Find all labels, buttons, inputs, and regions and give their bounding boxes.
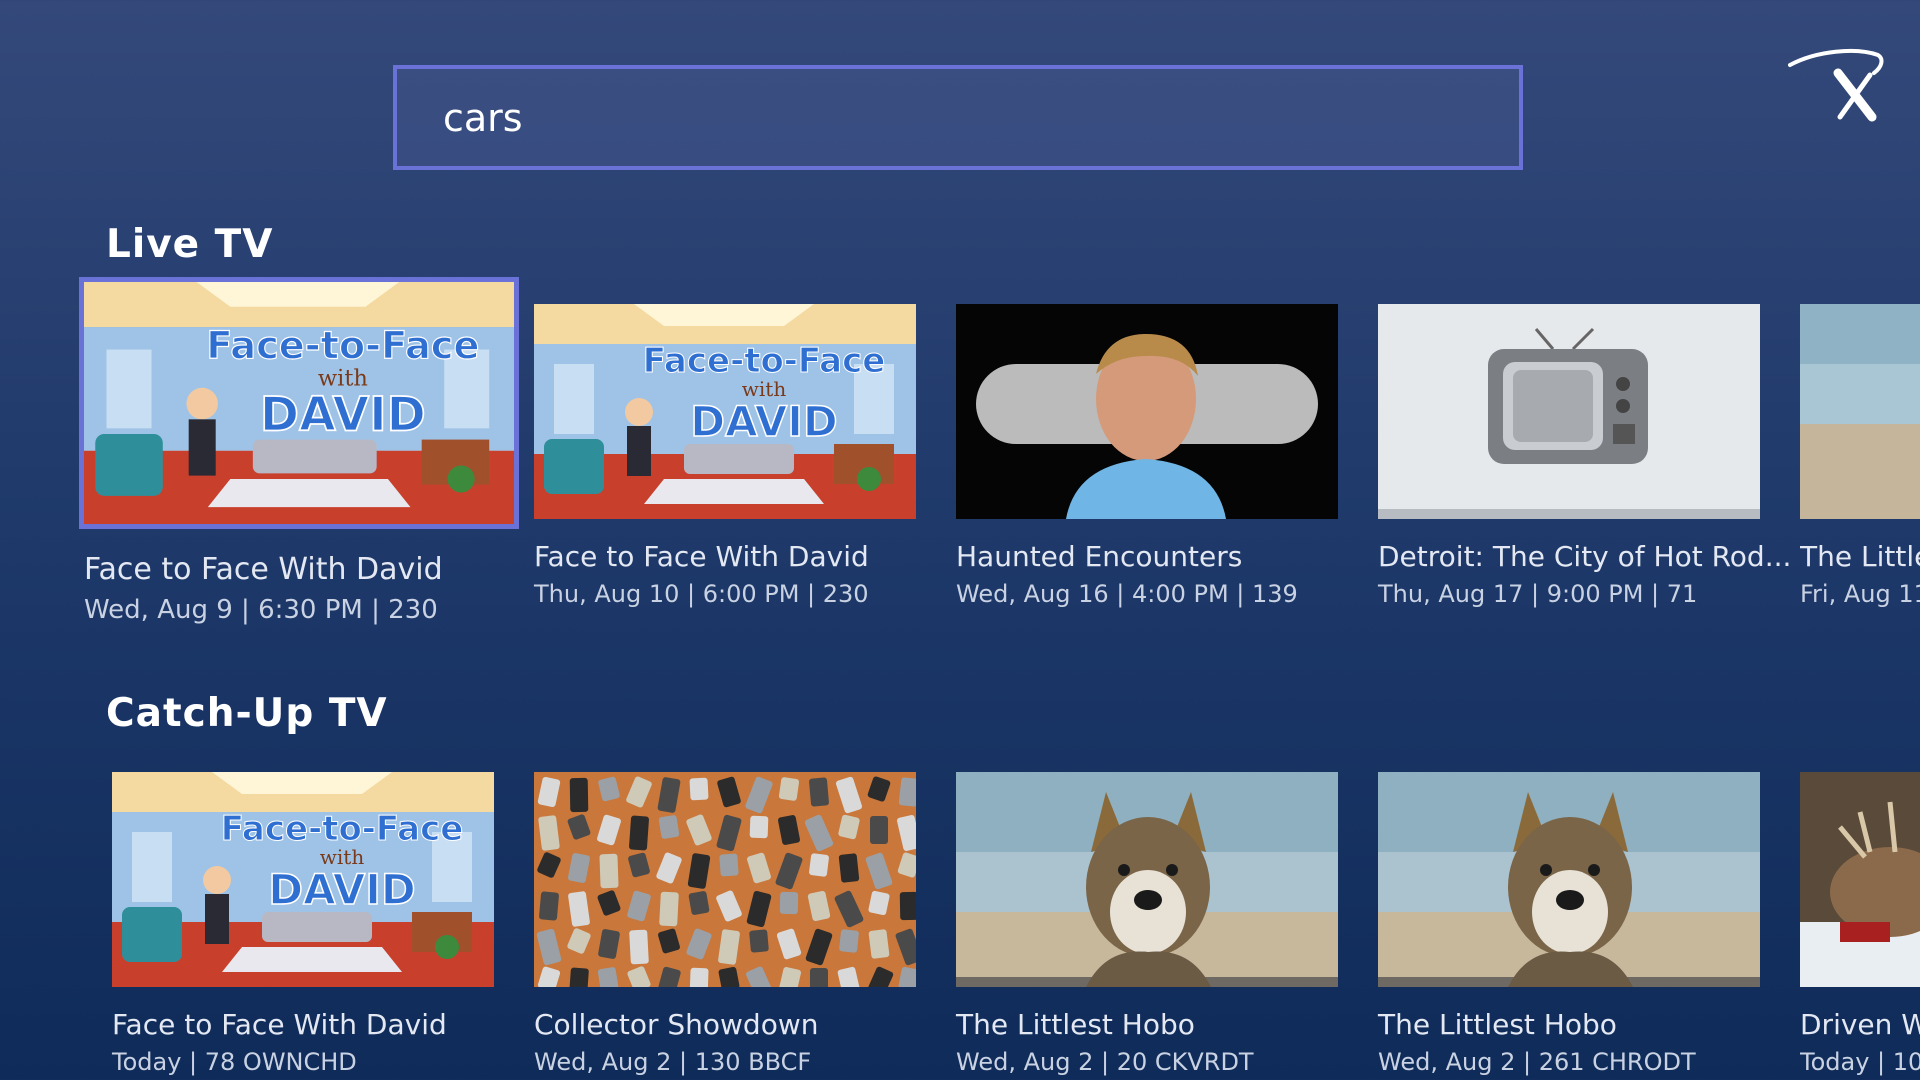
search-input[interactable] [441,94,1519,141]
program-meta: Today | 10 [1800,1048,1920,1076]
program-thumbnail: Face-to-Face with DAVID [112,772,494,987]
program-thumbnail [1378,772,1760,987]
svg-text:Face-to-Face: Face-to-Face [643,341,886,381]
program-thumbnail: Face-to-Face with DAVID [534,304,916,519]
program-meta: Fri, Aug 11 [1800,580,1920,608]
program-title: Haunted Encounters [956,540,1243,573]
live-tv-row: Face-to-Face with DAVID Face to Face Wit… [0,277,1920,644]
program-title: Face to Face With David [84,552,443,587]
program-meta: Wed, Aug 2 | 261 CHRODT [1378,1048,1696,1076]
program-thumbnail: Face-to-Face with DAVID [79,277,519,529]
program-title: The Little [1800,540,1920,573]
program-meta: Wed, Aug 2 | 130 BBCF [534,1048,812,1076]
svg-text:Face-to-Face: Face-to-Face [221,809,464,849]
program-thumbnail [956,304,1338,519]
live-tv-heading: Live TV [106,222,274,267]
x-logo-icon [1786,45,1886,125]
catch-up-tv-heading: Catch-Up TV [106,691,388,736]
program-meta: Today | 78 OWNCHD [112,1048,357,1076]
program-thumbnail [1800,772,1920,987]
catch-up-card[interactable]: Driven Wi Today | 10 [1800,772,1920,1080]
program-meta: Wed, Aug 9 | 6:30 PM | 230 [84,595,438,625]
program-title: The Littlest Hobo [956,1008,1195,1041]
program-title: The Littlest Hobo [1378,1008,1617,1041]
program-meta: Wed, Aug 2 | 20 CKVRDT [956,1048,1254,1076]
svg-text:DAVID: DAVID [260,388,426,443]
program-thumbnail [956,772,1338,987]
program-meta: Thu, Aug 10 | 6:00 PM | 230 [534,580,869,608]
program-thumbnail [534,772,916,987]
program-thumbnail [1378,304,1760,519]
program-title: Face to Face With David [112,1008,447,1041]
program-title: Driven Wi [1800,1008,1920,1041]
svg-text:DAVID: DAVID [268,865,416,914]
program-title: Collector Showdown [534,1008,819,1041]
search-box[interactable] [393,65,1523,170]
program-title: Face to Face With David [534,540,869,573]
catch-up-tv-row: Face-to-Face with DAVID Face to Face Wit… [0,772,1920,1080]
program-meta: Wed, Aug 16 | 4:00 PM | 139 [956,580,1298,608]
program-title: Detroit: The City of Hot Rod... [1378,540,1792,573]
live-tv-card[interactable]: The Little Fri, Aug 11 [1800,304,1920,644]
svg-text:Face-to-Face: Face-to-Face [206,324,479,369]
svg-text:DAVID: DAVID [690,397,838,446]
program-meta: Thu, Aug 17 | 9:00 PM | 71 [1378,580,1698,608]
program-thumbnail [1800,304,1920,519]
